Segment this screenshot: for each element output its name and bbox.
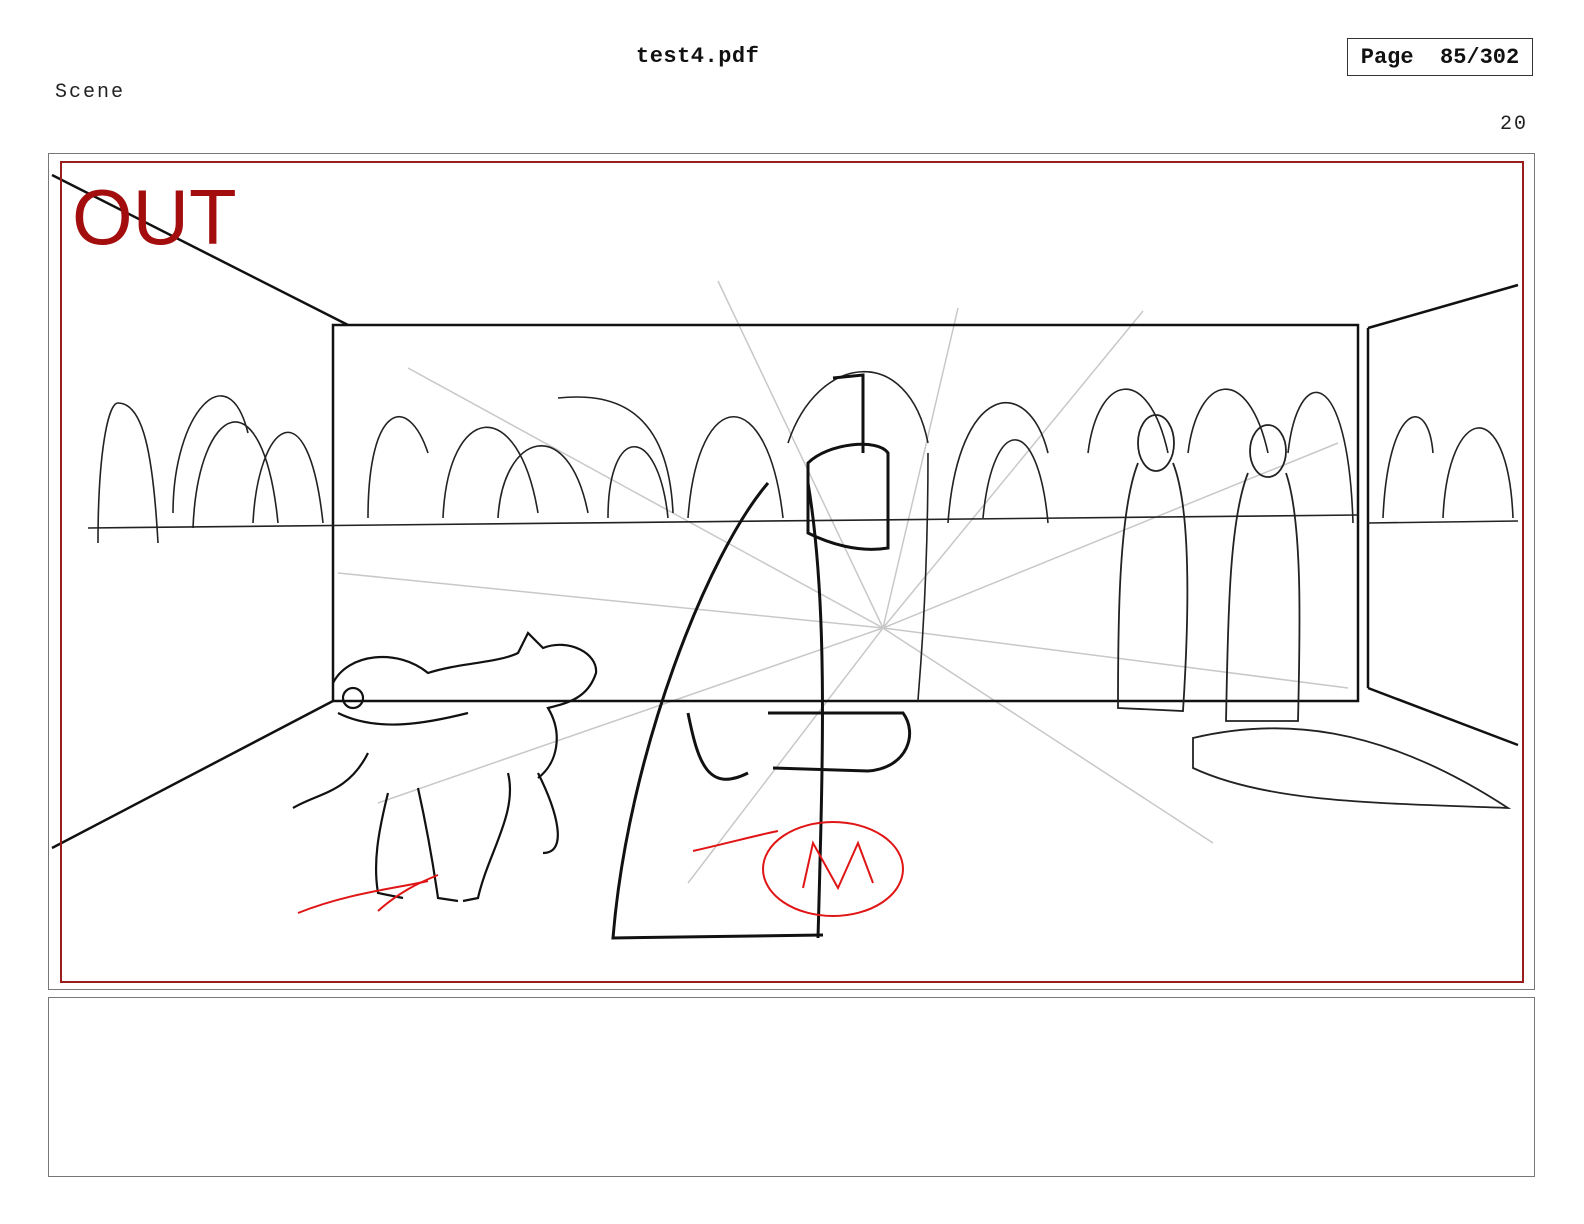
scene-label: Scene — [55, 81, 126, 104]
safe-area-border — [60, 161, 1524, 983]
panel-number: 20 — [1500, 113, 1529, 136]
panel-notes-box[interactable] — [48, 997, 1535, 1177]
out-overlay-label: OUT — [72, 173, 237, 261]
page-indicator: Page 85/302 — [1347, 38, 1533, 76]
document-title: test4.pdf — [636, 44, 760, 69]
